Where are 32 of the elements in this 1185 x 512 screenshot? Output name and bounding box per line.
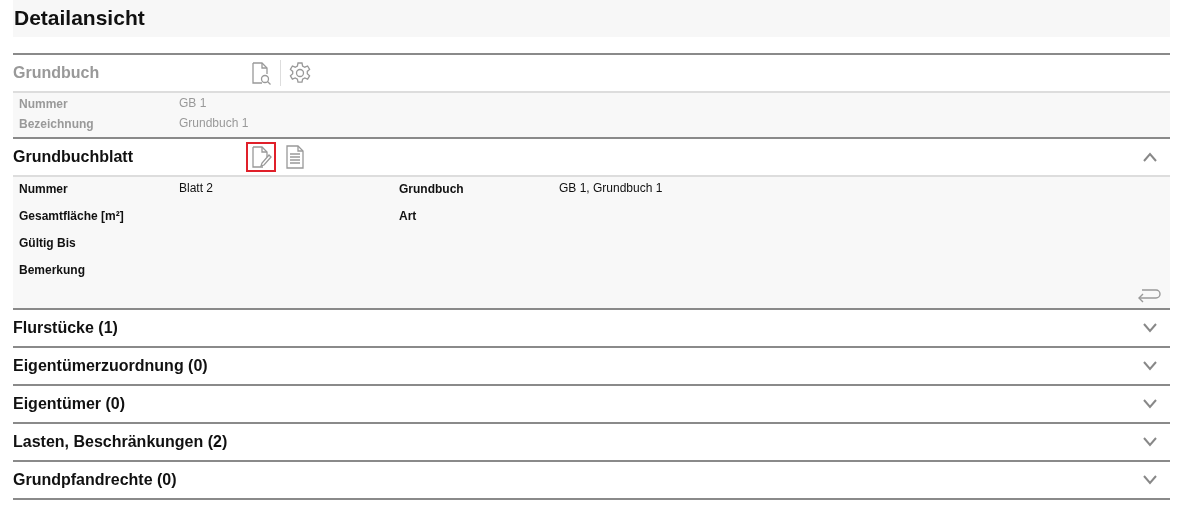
tool-button[interactable] bbox=[246, 142, 276, 172]
expand-chevron-icon[interactable] bbox=[1142, 475, 1158, 485]
section-title: Flurstücke (1) bbox=[13, 319, 119, 337]
section-title: Grundbuch bbox=[13, 64, 101, 82]
return-icon[interactable] bbox=[1136, 286, 1162, 304]
field-label: Grundbuch bbox=[399, 181, 465, 197]
field-label: Bemerkung bbox=[19, 262, 87, 278]
field-label: Gültig Bis bbox=[19, 235, 77, 251]
field-value: GB 1 bbox=[179, 96, 208, 112]
document-search-icon bbox=[249, 61, 273, 85]
field-label: Bezeichnung bbox=[19, 116, 95, 133]
field-value: GB 1, Grundbuch 1 bbox=[559, 181, 664, 197]
expand-chevron-icon[interactable] bbox=[1142, 361, 1158, 371]
section-title: Lasten, Beschränkungen (2) bbox=[13, 433, 229, 451]
field-value: Blatt 2 bbox=[179, 181, 215, 197]
page-title: Detailansicht bbox=[13, 0, 1170, 37]
field-label: Gesamtfläche [m²] bbox=[19, 208, 125, 224]
section-title: Grundpfandrechte (0) bbox=[13, 471, 178, 489]
field-label: Nummer bbox=[19, 181, 69, 197]
field-value: Grundbuch 1 bbox=[179, 116, 250, 132]
section-title: Eigentümer (0) bbox=[13, 395, 126, 413]
section-title: Eigentümerzuordnung (0) bbox=[13, 357, 209, 375]
section-title: Grundbuchblatt bbox=[13, 148, 134, 166]
expand-chevron-icon[interactable] bbox=[1142, 399, 1158, 409]
settings-icon bbox=[288, 61, 312, 85]
expand-chevron-icon[interactable] bbox=[1142, 437, 1158, 447]
field-label: Art bbox=[399, 208, 418, 224]
collapse-chevron-icon[interactable] bbox=[1142, 152, 1158, 162]
expand-chevron-icon[interactable] bbox=[1142, 323, 1158, 333]
document-icon bbox=[284, 145, 306, 169]
field-label: Nummer bbox=[19, 96, 69, 113]
document-edit-icon bbox=[249, 145, 273, 169]
